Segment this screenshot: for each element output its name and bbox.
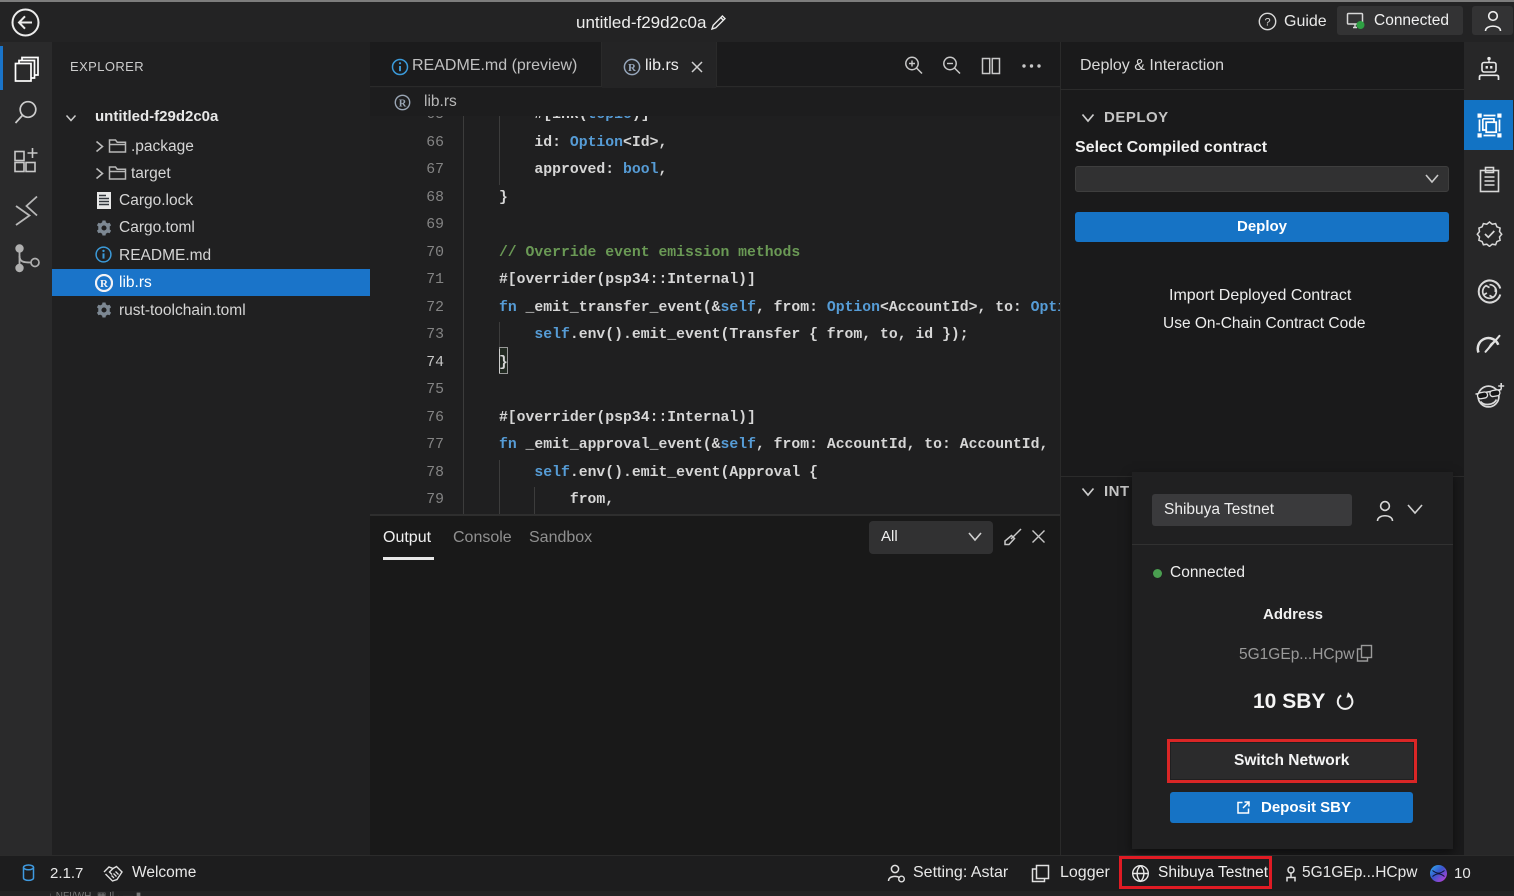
svg-text:R: R [628,62,637,74]
svg-text:?: ? [1264,16,1270,28]
svg-text:R: R [100,278,109,290]
svg-text:R: R [399,98,407,109]
